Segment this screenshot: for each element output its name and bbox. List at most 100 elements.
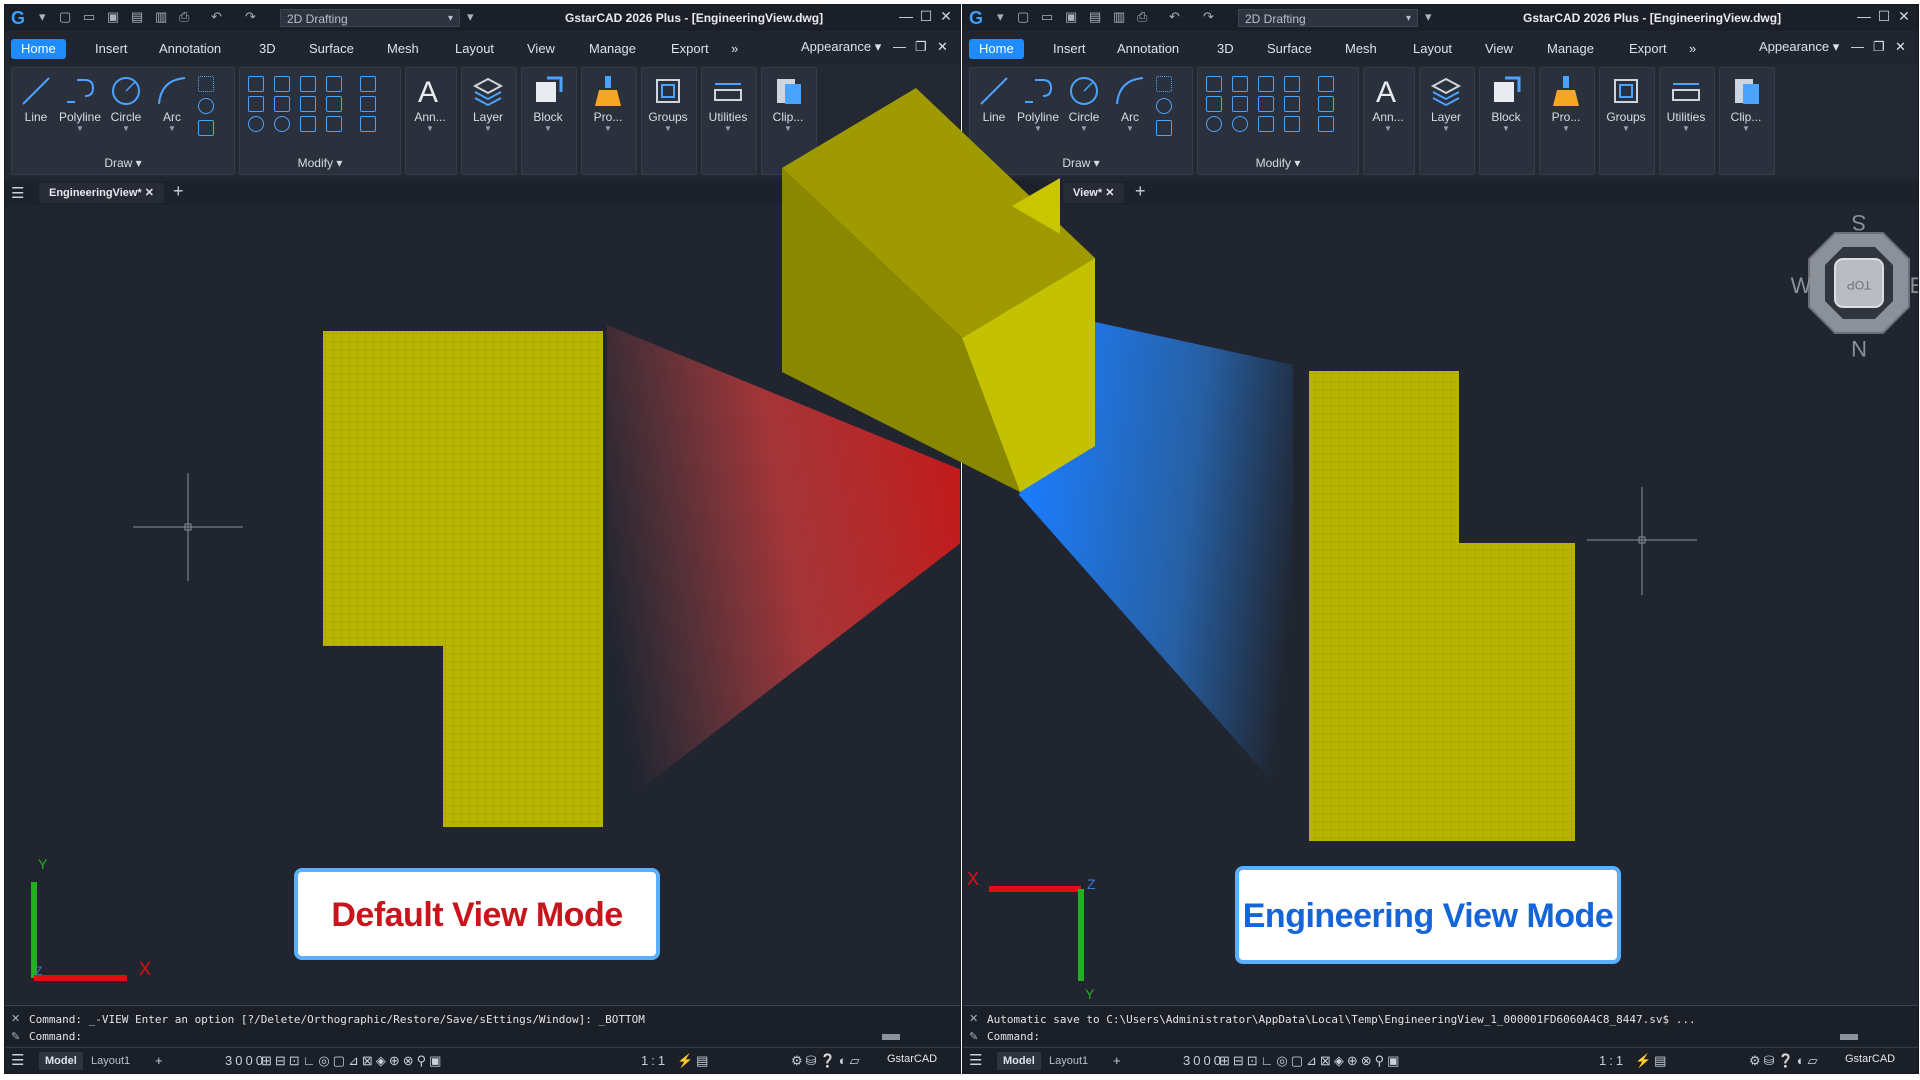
- status-extra-icons[interactable]: ⚡▤: [677, 1053, 711, 1069]
- polyline-tool[interactable]: Polyline ▼: [56, 74, 104, 133]
- save-icon[interactable]: ▣: [1065, 9, 1077, 25]
- utilities-tool[interactable]: Utilities ▼: [1662, 74, 1710, 133]
- circle-tool[interactable]: Circle ▼: [102, 74, 150, 133]
- save-as-icon[interactable]: ▤: [131, 9, 143, 25]
- publish-icon[interactable]: ▥: [1113, 9, 1125, 25]
- close-command-icon[interactable]: ✕: [969, 1012, 978, 1025]
- ribbon-minimize-icon[interactable]: —: [1851, 39, 1864, 54]
- new-tab-plus-icon[interactable]: +: [1135, 181, 1146, 202]
- command-prompt[interactable]: Command:: [29, 1030, 82, 1043]
- groups-tool[interactable]: Groups ▼: [644, 74, 692, 133]
- save-icon[interactable]: ▣: [107, 9, 119, 25]
- ribbon-minimize-icon[interactable]: —: [893, 39, 906, 54]
- clipboard-tool[interactable]: Clip... ▼: [1722, 74, 1770, 133]
- draw-group-label[interactable]: Draw ▾: [970, 156, 1192, 170]
- scale-icon[interactable]: [274, 96, 290, 112]
- tab-insert[interactable]: Insert: [85, 39, 138, 59]
- block-tool[interactable]: Block ▼: [1482, 74, 1530, 133]
- viewcube-w-label[interactable]: W: [1791, 273, 1812, 298]
- annotation-tool[interactable]: A Ann... ▼: [406, 74, 454, 133]
- extend-icon[interactable]: [326, 116, 342, 132]
- command-window[interactable]: ✕ ✎ Command: _-VIEW Enter an option [?/D…: [5, 1005, 960, 1046]
- tab-home[interactable]: Home: [11, 39, 66, 59]
- workspace-settings-icons[interactable]: ⚙⛁❔◐▱: [1749, 1053, 1821, 1069]
- layer-tool[interactable]: Layer ▼: [1422, 74, 1470, 133]
- ribbon-restore-icon[interactable]: ❐: [915, 39, 927, 55]
- command-scrollbar[interactable]: [882, 1034, 900, 1040]
- menu-icon[interactable]: ☰: [969, 184, 982, 202]
- save-as-icon[interactable]: ▤: [1089, 9, 1101, 25]
- join-icon[interactable]: [1318, 96, 1334, 112]
- print-icon[interactable]: ⎙: [1137, 9, 1147, 25]
- explode-icon[interactable]: [360, 116, 376, 132]
- tab-export[interactable]: Export: [661, 39, 719, 59]
- erase-icon[interactable]: [248, 76, 264, 92]
- viewcube-n-label[interactable]: N: [1851, 336, 1867, 361]
- arc-tool[interactable]: Arc ▼: [148, 74, 196, 133]
- close-tab-icon[interactable]: ✕: [1105, 187, 1114, 199]
- drafting-toggles-icons[interactable]: ⊞⊟⊡∟◎▢⊿⊠◈⊕⊗⚲▣: [261, 1053, 444, 1069]
- tab-home[interactable]: Home: [969, 39, 1024, 59]
- rotate-icon[interactable]: [1232, 116, 1248, 132]
- layer-tool[interactable]: Layer ▼: [464, 74, 512, 133]
- ribbon-close-icon[interactable]: ✕: [1895, 39, 1906, 55]
- stretch-icon[interactable]: [1258, 96, 1274, 112]
- fillet-icon[interactable]: [1284, 96, 1300, 112]
- status-extra-icons[interactable]: ⚡▤: [1635, 1053, 1669, 1069]
- ribbon-close-icon[interactable]: ✕: [937, 39, 948, 55]
- offset-icon[interactable]: [248, 96, 264, 112]
- ellipse-icon[interactable]: [198, 98, 214, 114]
- mirror-icon[interactable]: [1258, 76, 1274, 92]
- layout1-tab[interactable]: Layout1: [91, 1052, 130, 1070]
- command-window[interactable]: ✕ ✎ Automatic save to C:\Users\Administr…: [963, 1005, 1918, 1046]
- align-icon[interactable]: [360, 76, 376, 92]
- status-menu-icon[interactable]: ☰: [969, 1051, 982, 1069]
- open-file-icon[interactable]: ▭: [83, 9, 95, 25]
- utilities-tool[interactable]: Utilities ▼: [704, 74, 752, 133]
- doc-tab-engineeringview[interactable]: EngineeringView* ✕: [39, 183, 164, 203]
- tab-annotation[interactable]: Annotation: [149, 39, 231, 59]
- tab-layout[interactable]: Layout: [1403, 39, 1462, 59]
- customize-qa-icon[interactable]: ▾: [1425, 9, 1432, 25]
- more-tabs-icon[interactable]: »: [721, 39, 748, 59]
- workspace-settings-icons[interactable]: ⚙⛁❔◐▱: [791, 1053, 863, 1069]
- customize-qa-icon[interactable]: ▾: [467, 9, 474, 25]
- workspace-select[interactable]: 2D Drafting ▾: [280, 9, 460, 27]
- mirror-icon[interactable]: [300, 76, 316, 92]
- close-command-icon[interactable]: ✕: [11, 1012, 20, 1025]
- clipboard-tool[interactable]: Clip... ▼: [764, 74, 812, 133]
- undo-icon[interactable]: ↶: [211, 9, 222, 25]
- status-menu-icon[interactable]: ☰: [11, 1051, 24, 1069]
- array-icon[interactable]: [1284, 76, 1300, 92]
- move-icon[interactable]: [248, 116, 264, 132]
- command-prompt[interactable]: Command:: [987, 1030, 1040, 1043]
- block-tool[interactable]: Block ▼: [524, 74, 572, 133]
- modify-group-label[interactable]: Modify ▾: [240, 156, 400, 170]
- print-icon[interactable]: ⎙: [179, 9, 189, 25]
- close-tab-icon[interactable]: ✕: [145, 187, 154, 199]
- viewcube[interactable]: TOP S N W E: [1791, 210, 1918, 361]
- trim-icon[interactable]: [300, 116, 316, 132]
- doc-tab-engineeringview[interactable]: View* ✕: [1063, 183, 1124, 203]
- viewcube-s-label[interactable]: S: [1852, 210, 1867, 235]
- command-scrollbar[interactable]: [1840, 1034, 1858, 1040]
- redo-icon[interactable]: ↷: [245, 9, 256, 25]
- join-icon[interactable]: [360, 96, 376, 112]
- undo-icon[interactable]: ↶: [1169, 9, 1180, 25]
- tab-surface[interactable]: Surface: [1257, 39, 1322, 59]
- layout1-tab[interactable]: Layout1: [1049, 1052, 1088, 1070]
- array-icon[interactable]: [326, 76, 342, 92]
- tab-3d[interactable]: 3D: [1207, 39, 1244, 59]
- offset-icon[interactable]: [1206, 96, 1222, 112]
- properties-tool[interactable]: Pro... ▼: [584, 74, 632, 133]
- tab-export[interactable]: Export: [1619, 39, 1677, 59]
- annotation-scale[interactable]: 1:1: [1599, 1053, 1626, 1068]
- draw-group-label[interactable]: Draw ▾: [12, 156, 234, 170]
- open-file-icon[interactable]: ▭: [1041, 9, 1053, 25]
- publish-icon[interactable]: ▥: [155, 9, 167, 25]
- appearance-menu[interactable]: Appearance ▾: [801, 39, 881, 55]
- new-file-icon[interactable]: ▢: [1017, 9, 1029, 25]
- annotation-tool[interactable]: A Ann... ▼: [1364, 74, 1412, 133]
- point-icon[interactable]: [198, 76, 214, 92]
- trim-icon[interactable]: [1258, 116, 1274, 132]
